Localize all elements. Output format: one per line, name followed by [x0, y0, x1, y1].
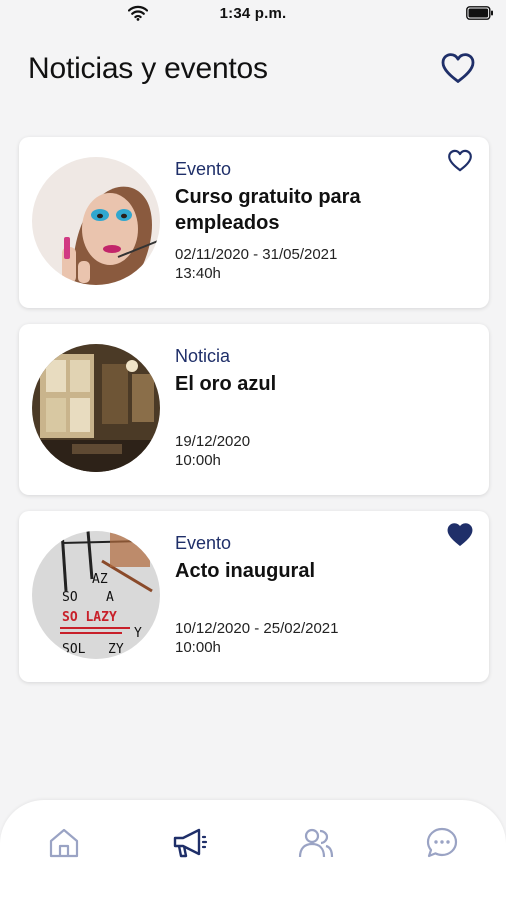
- item-type-label: Evento: [175, 533, 232, 553]
- item-time: 10:00h: [175, 452, 221, 469]
- favorites-button[interactable]: [438, 50, 478, 90]
- item-title: Curso gratuito para empleados: [175, 186, 361, 234]
- users-icon: [296, 826, 336, 865]
- tab-community[interactable]: [293, 822, 339, 868]
- item-time: 10:00h: [175, 639, 221, 656]
- heart-outline-icon: [447, 149, 473, 177]
- item-type-label: Evento: [175, 159, 232, 179]
- item-thumbnail: [32, 157, 160, 285]
- tab-news-events[interactable]: [167, 822, 213, 868]
- home-icon: [47, 826, 81, 865]
- megaphone-icon: [171, 826, 209, 865]
- status-time: 1:34 p.m.: [219, 5, 287, 22]
- item-type-label: Noticia: [175, 346, 231, 366]
- chat-icon: [425, 826, 459, 865]
- item-thumbnail: AZ SO A SO LAZY Y SOL ZY: [32, 531, 160, 659]
- battery-icon: [466, 6, 494, 25]
- heart-filled-icon: [446, 522, 474, 552]
- status-bar: 1:34 p.m.: [0, 0, 506, 30]
- page-title: Noticias y eventos: [28, 52, 268, 85]
- list-item[interactable]: AZ SO A SO LAZY Y SOL ZY Evento Acto ina…: [19, 511, 489, 682]
- item-dates: 19/12/2020: [175, 433, 251, 450]
- tab-home[interactable]: [41, 822, 87, 868]
- thumbnail-text: ZY: [108, 642, 124, 657]
- item-dates: 10/12/2020 - 25/02/2021: [175, 620, 339, 637]
- heart-outline-icon: [440, 52, 476, 89]
- item-thumbnail: [32, 344, 160, 472]
- tab-chat[interactable]: [419, 822, 465, 868]
- bottom-tab-bar: [0, 800, 506, 900]
- thumbnail-text: SO LAZY: [62, 610, 117, 625]
- news-events-list: Evento Curso gratuito para empleados 02/…: [19, 137, 489, 698]
- thumbnail-text: SOL: [62, 642, 86, 657]
- item-title: Acto inaugural: [175, 560, 316, 582]
- list-item[interactable]: Evento Curso gratuito para empleados 02/…: [19, 137, 489, 308]
- favorite-toggle[interactable]: [445, 149, 475, 177]
- thumbnail-text: AZ: [92, 572, 108, 587]
- item-time: 13:40h: [175, 265, 221, 282]
- item-title: El oro azul: [175, 373, 277, 395]
- list-item[interactable]: Noticia El oro azul 19/12/2020 10:00h: [19, 324, 489, 495]
- thumbnail-text: A: [106, 590, 114, 605]
- item-dates: 02/11/2020 - 31/05/2021: [175, 246, 338, 263]
- thumbnail-text: Y: [134, 626, 142, 641]
- favorite-toggle[interactable]: [445, 523, 475, 551]
- header: Noticias y eventos: [28, 48, 478, 94]
- thumbnail-text: SO: [62, 590, 78, 605]
